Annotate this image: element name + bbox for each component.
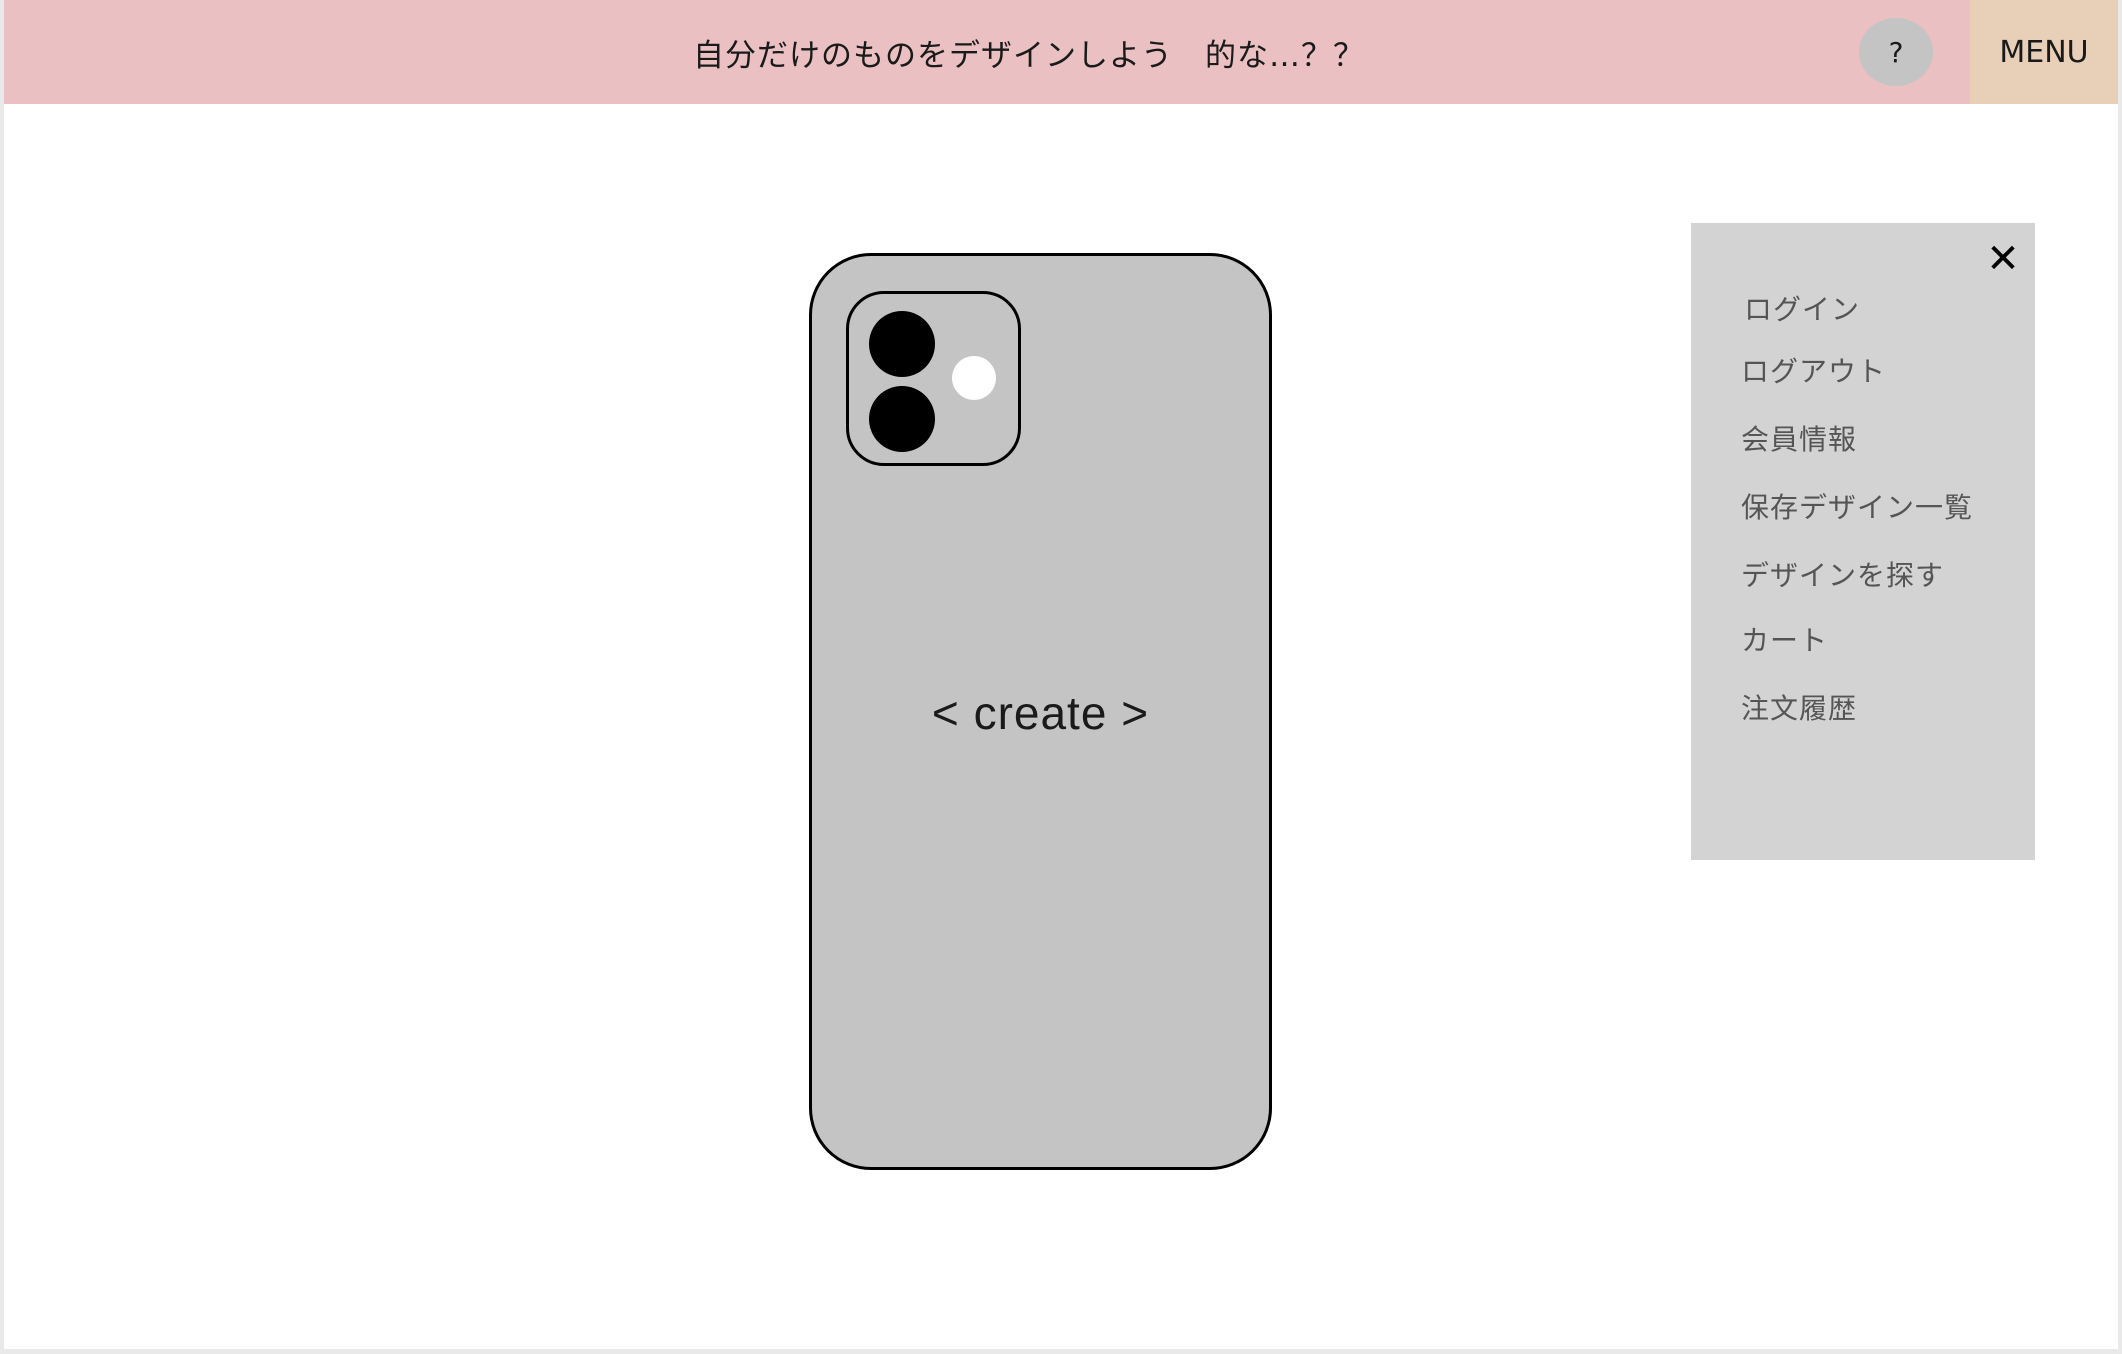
menu-item-member-info[interactable]: 会員情報 <box>1741 418 1857 458</box>
camera-flash <box>952 356 996 400</box>
menu-item-login[interactable]: ログイン <box>1744 288 1860 328</box>
camera-module <box>846 291 1021 466</box>
menu-item-find-designs[interactable]: デザインを探す <box>1741 554 1944 594</box>
phone-case-canvas[interactable]: < create > <box>809 253 1272 1170</box>
menu-item-logout[interactable]: ログアウト <box>1741 350 1886 390</box>
menu-button[interactable]: MENU <box>1970 0 2118 104</box>
camera-lens-bottom <box>869 386 935 452</box>
page-title: 自分だけのものをデザインしよう 的な…？？ <box>693 37 1365 74</box>
create-button[interactable]: < create > <box>812 686 1269 740</box>
menu-item-cart[interactable]: カート <box>1741 619 1828 659</box>
header-bar: 自分だけのものをデザインしよう 的な…？？ ? MENU <box>4 0 2118 104</box>
close-icon[interactable]: ✕ <box>1983 239 2023 279</box>
menu-item-saved-designs[interactable]: 保存デザイン一覧 <box>1741 486 1973 526</box>
camera-lens-top <box>869 311 935 377</box>
app-frame: 自分だけのものをデザインしよう 的な…？？ ? MENU < create > … <box>4 0 2118 1349</box>
menu-panel: ✕ ログイン ログアウト 会員情報 保存デザイン一覧 デザインを探す カート 注… <box>1691 223 2035 860</box>
help-button[interactable]: ? <box>1859 18 1933 86</box>
menu-item-order-history[interactable]: 注文履歴 <box>1741 687 1857 727</box>
